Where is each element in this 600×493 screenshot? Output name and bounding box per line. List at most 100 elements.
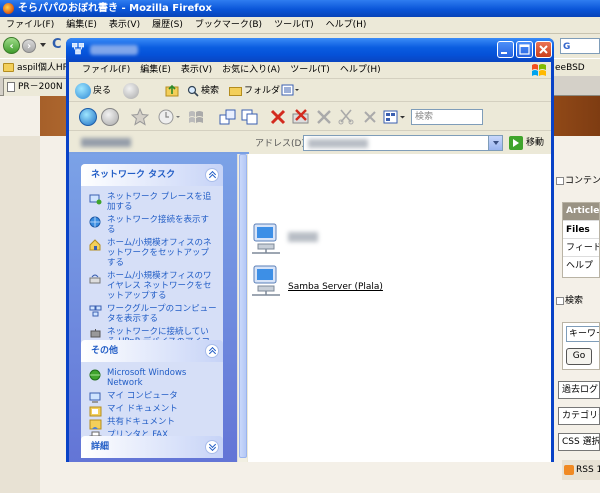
address-input[interactable] [303,135,503,151]
panel-title: 詳細 [91,442,110,452]
forward-button[interactable] [123,83,141,99]
node-label-redacted [288,232,318,242]
delete-icon[interactable] [269,108,287,126]
explorer-file-pane: Samba Server (Plala) [248,154,551,462]
ex-menu-favorites[interactable]: お気に入り(A) [217,62,285,79]
bookmark-aspil[interactable]: aspil個人HP [3,61,68,75]
go-label: 移動 [526,138,545,148]
other-places-panel: その他 Microsoft Windows Network マイ コンピュータ … [81,340,223,449]
favorites-star-icon[interactable] [131,108,149,126]
article-row-help[interactable]: ヘルプ [563,256,599,274]
ff-menu-help[interactable]: ヘルプ(H) [320,17,373,33]
map-drive-icon[interactable] [315,108,333,126]
minimize-button[interactable] [497,41,514,58]
explorer-titlebar[interactable] [66,38,554,62]
blog-archive-button[interactable]: 過去ログ [558,381,600,399]
back-button[interactable]: 戻る [75,83,111,99]
undo-icon[interactable] [361,108,379,126]
nav-back-icon[interactable] [79,108,97,126]
task-setup-wireless-network[interactable]: ホーム/小規模オフィスのワイヤレス ネットワークをセットアップする [89,271,217,301]
blog-css-select-button[interactable]: CSS 選択 [558,433,600,451]
blog-go-button[interactable]: Go [566,348,592,365]
other-places-header[interactable]: その他 [81,340,223,362]
blog-keyword-input[interactable]: キーワー [566,326,599,342]
explorer-window: ファイル(F) 編集(E) 表示(V) お気に入り(A) ツール(T) ヘルプ(H) 戻る [66,38,554,462]
section-title: 検索 [555,294,600,308]
windows-flag-icon[interactable] [187,108,207,126]
explorer-extended-toolbar: 検索 [69,103,551,131]
maximize-icon [519,44,530,55]
place-shared-documents[interactable]: 共有ドキュメント [89,417,217,430]
task-view-connections[interactable]: ネットワーク接続を表示する [89,215,217,235]
ff-menu-edit[interactable]: 編集(E) [60,17,103,33]
ff-forward-icon[interactable]: › [22,39,36,53]
ex-menu-tools[interactable]: ツール(T) [285,62,335,79]
ff-tab-pr200n[interactable]: PR－200N [3,78,73,96]
ff-history-dropdown-icon[interactable] [40,43,46,47]
ex-menu-edit[interactable]: 編集(E) [135,62,176,79]
quick-search-input[interactable]: 検索 [411,109,483,125]
search-button[interactable]: 検索 [187,83,219,99]
up-folder-button[interactable] [165,83,179,99]
copy-to-icon[interactable] [241,108,259,126]
shared-documents-icon [89,419,102,430]
blog-search-header: 検索 [555,294,600,308]
ff-menu-bookmarks[interactable]: ブックマーク(B) [189,17,268,33]
scrollbar-thumb[interactable] [239,154,247,458]
ff-back-icon[interactable]: ‹ [3,37,20,54]
panel-title: その他 [91,346,119,356]
explorer-body: ファイル(F) 編集(E) 表示(V) お気に入り(A) ツール(T) ヘルプ(H) 戻る [69,62,551,462]
move-to-icon[interactable] [219,108,237,126]
my-documents-icon [89,406,102,417]
ff-menu-view[interactable]: 表示(V) [103,17,146,33]
collapse-chevron-icon[interactable] [205,168,219,182]
maximize-button[interactable] [516,41,533,58]
history-icon[interactable] [157,108,183,126]
ff-menu-history[interactable]: 履歴(S) [146,17,189,33]
place-my-documents[interactable]: マイ ドキュメント [89,404,217,417]
details-header[interactable]: 詳細 [81,436,223,458]
address-dropdown-icon[interactable] [488,136,502,150]
cut-icon[interactable] [337,108,355,126]
article-row-files[interactable]: Files [563,220,599,238]
wireless-network-icon [89,274,101,284]
disconnect-drive-icon[interactable] [291,108,311,126]
nav-forward-icon[interactable] [101,108,119,126]
ff-menu-tools[interactable]: ツール(T) [268,17,320,33]
task-setup-home-network[interactable]: ホーム/小規模オフィスのネットワークをセットアップする [89,238,217,268]
views-button[interactable] [281,83,301,99]
network-connections-icon [89,216,101,228]
article-row-feed[interactable]: フィード [563,238,599,256]
ex-menu-file[interactable]: ファイル(F) [77,62,135,79]
ff-menu-file[interactable]: ファイル(F) [0,17,60,33]
blog-category-button[interactable]: カテゴリー [558,407,600,425]
blog-rss-link[interactable]: RSS 1 [562,460,600,480]
blog-left-strip [0,136,40,493]
network-computer-icon [252,223,280,254]
place-label: 共有ドキュメント [107,417,176,427]
network-tasks-header[interactable]: ネットワーク タスク [81,164,223,186]
task-pane-scrollbar[interactable] [237,154,247,462]
task-view-workgroup[interactable]: ワークグループのコンピュータを表示する [89,304,217,324]
task-add-network-place[interactable]: ネットワーク プレースを追加する [89,192,217,212]
firefox-icon [3,3,14,14]
collapse-chevron-icon[interactable] [205,344,219,358]
minimize-icon [501,52,507,54]
bookmark-freebsd[interactable]: eeBSD [555,61,585,75]
folders-button[interactable]: フォルダ [229,83,280,99]
close-button[interactable] [535,41,552,58]
views-icon [281,84,299,96]
ex-menu-help[interactable]: ヘルプ(H) [335,62,386,79]
explorer-menubar: ファイル(F) 編集(E) 表示(V) お気に入り(A) ツール(T) ヘルプ(H) [69,62,551,79]
workgroup-computers-icon [89,305,102,317]
expand-chevron-icon[interactable] [205,440,219,454]
views-menu-icon[interactable] [383,108,407,126]
place-ms-windows-network[interactable]: Microsoft Windows Network [89,368,217,388]
globe-network-icon [89,369,101,381]
ff-search-box[interactable]: G [560,38,600,54]
firefox-title: そらパパのおぼれ書き - Mozilla Firefox [18,3,212,14]
ff-reload-icon[interactable]: C [52,37,62,52]
place-my-computer[interactable]: マイ コンピュータ [89,391,217,403]
ex-menu-view[interactable]: 表示(V) [176,62,217,79]
address-go-button[interactable]: 移動 [509,135,544,151]
